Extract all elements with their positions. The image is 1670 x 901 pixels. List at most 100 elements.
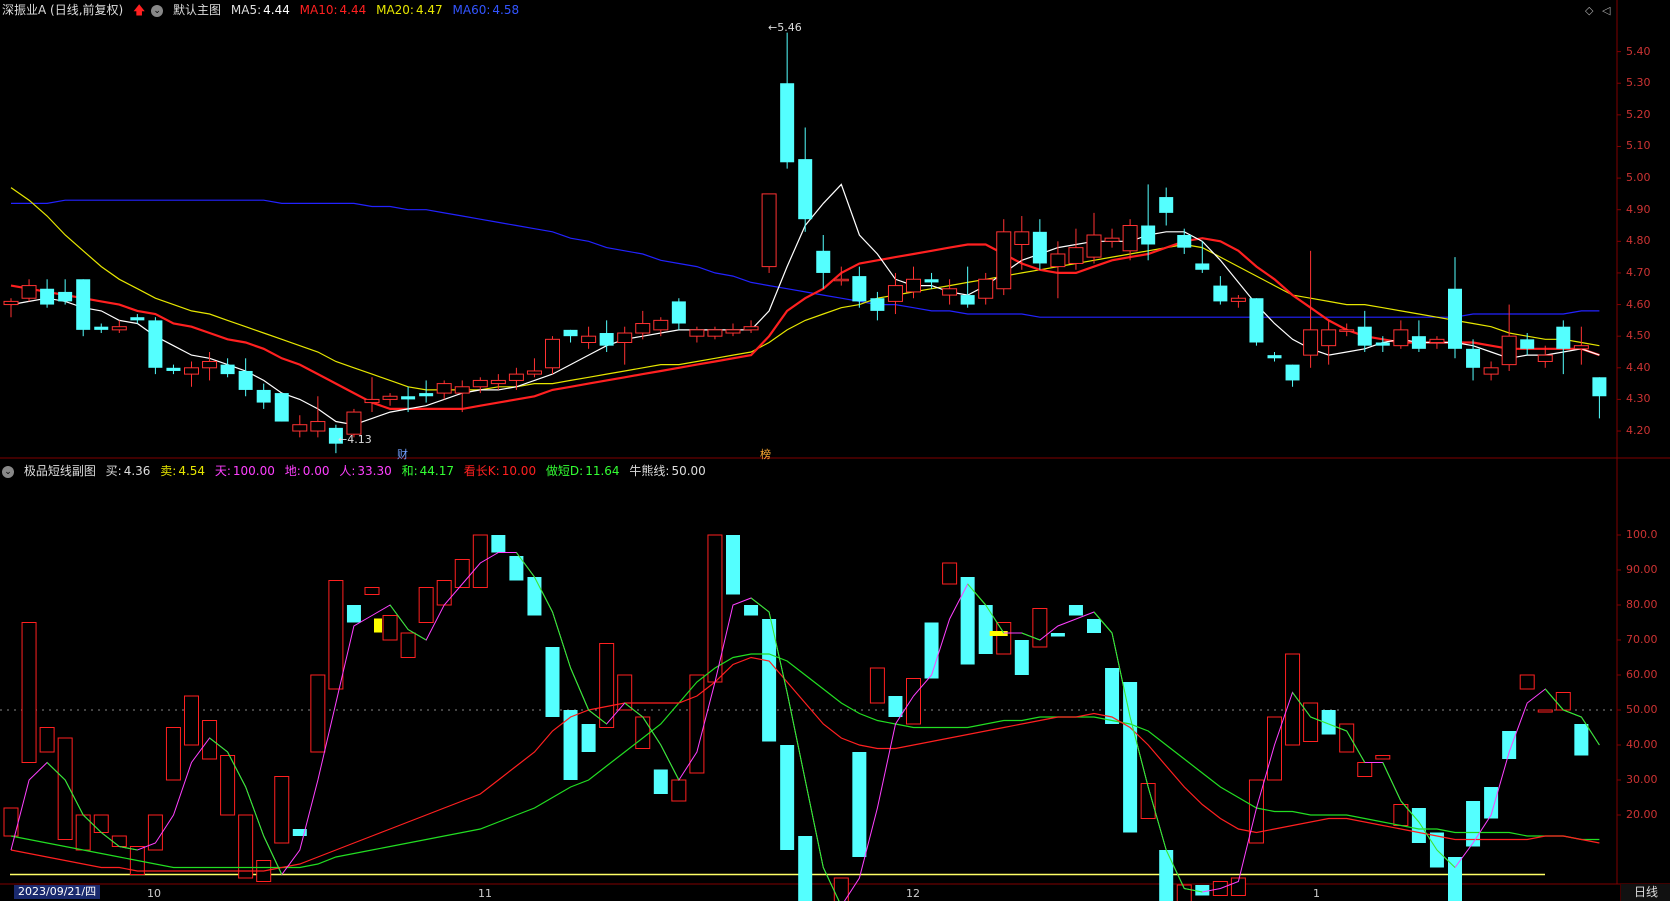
osc-bar-up xyxy=(472,534,488,588)
osc-bar-up xyxy=(869,667,885,704)
candle-body-up xyxy=(382,395,398,400)
ma5-label: MA5: xyxy=(230,3,262,17)
candle-body-down xyxy=(671,301,686,324)
candle-body-up xyxy=(292,424,308,432)
candle-body-down xyxy=(1592,377,1607,397)
klong-value: 10.00 xyxy=(501,464,537,478)
osc-tick-label: 20.00 xyxy=(1626,808,1658,821)
candle-body-down xyxy=(1375,342,1390,346)
candle-body-down xyxy=(148,320,163,368)
candle-body-up xyxy=(1393,329,1409,347)
candle-body-up xyxy=(3,300,19,306)
price-tick-label: 4.90 xyxy=(1626,202,1651,216)
osc-bar-down xyxy=(744,605,759,616)
candle-body-up xyxy=(454,386,470,394)
sell-value: 4.54 xyxy=(178,464,206,478)
price-tick-label: 4.40 xyxy=(1626,360,1651,374)
candle-body-up xyxy=(906,278,921,293)
candle-body-up xyxy=(364,398,380,404)
candle-body-down xyxy=(1141,225,1156,245)
low-price-annotation: ←4.13 xyxy=(338,433,372,446)
candle-body-down xyxy=(419,393,434,397)
ma20-label: MA20: xyxy=(376,3,414,17)
ma20-value: 4.47 xyxy=(415,3,443,17)
financial-report-marker[interactable]: 财 xyxy=(397,446,408,462)
price-tick-label: 4.70 xyxy=(1626,265,1651,279)
osc-bar-up xyxy=(382,615,398,641)
osc-bar-up xyxy=(93,814,109,833)
klong-label: 看长K: xyxy=(463,464,500,478)
date-tick-nov: 11 xyxy=(478,887,492,900)
osc-bar-up xyxy=(400,632,416,658)
indicator-name[interactable]: 极品短线副图 xyxy=(24,464,96,478)
price-tick-label: 4.80 xyxy=(1626,234,1651,248)
current-date-box: 2023/09/21/四 xyxy=(14,885,101,899)
osc-bar-down xyxy=(726,535,740,595)
osc-bar-down xyxy=(1448,857,1462,901)
candle-body-down xyxy=(94,326,109,330)
candle-body-down xyxy=(220,364,235,375)
osc-bar-up xyxy=(21,622,37,763)
osc-bar-up xyxy=(184,695,199,746)
osc-tick-label: 100.0 xyxy=(1626,528,1658,541)
osc-bar-down xyxy=(780,745,795,850)
theme-name[interactable]: 默认主图 xyxy=(173,3,221,17)
osc-bar-up xyxy=(1357,762,1373,777)
indicator-dropdown-icon[interactable]: ⌄ xyxy=(2,465,14,478)
candle-body-up xyxy=(1303,329,1319,356)
date-tick-oct: 10 xyxy=(147,887,161,900)
candle-body-down xyxy=(1267,355,1282,359)
osc-bar-up xyxy=(1267,716,1282,781)
he-label: 和: xyxy=(401,464,418,478)
candle-body-down xyxy=(1448,288,1462,349)
dragon-tiger-list-marker[interactable]: 榜 xyxy=(760,446,771,462)
sell-label: 卖: xyxy=(160,464,177,478)
candle-body-down xyxy=(76,279,91,330)
osc-bar-down xyxy=(924,622,939,679)
osc-bar-up xyxy=(274,776,290,844)
osc-bar-up xyxy=(1303,702,1319,742)
candle-body-down xyxy=(1556,326,1571,349)
candle-body-up xyxy=(707,329,723,337)
osc-tick-label: 80.00 xyxy=(1626,598,1658,611)
osc-bar-up xyxy=(1555,692,1571,711)
osc-bar-down xyxy=(1050,633,1065,637)
osc-bar-down xyxy=(1087,619,1101,633)
osc-bar-up xyxy=(689,674,705,774)
osc-tick-label: 40.00 xyxy=(1626,738,1658,751)
osc-bar-up xyxy=(238,814,254,879)
diamond-icon[interactable]: ◇ xyxy=(1585,4,1593,17)
osc-bar-up xyxy=(599,643,615,728)
price-tick-label: 4.60 xyxy=(1626,297,1651,311)
collapse-icon[interactable]: ◁ xyxy=(1602,4,1610,17)
up-arrow-icon: 🡅 xyxy=(133,3,146,17)
buy-value: 4.36 xyxy=(123,464,151,478)
price-tick-label: 5.30 xyxy=(1626,76,1651,90)
candle-body-up xyxy=(490,379,506,385)
osc-bar-down xyxy=(491,535,506,553)
candle-body-down xyxy=(401,396,416,400)
candle-body-down xyxy=(1520,339,1535,349)
osc-bar-down xyxy=(545,647,560,717)
timeframe-button[interactable]: 日线 xyxy=(1620,884,1670,901)
osc-bar-up xyxy=(617,674,633,711)
tian-value: 100.00 xyxy=(232,464,275,478)
candle-body-up xyxy=(508,373,524,381)
stock-chart-canvas[interactable] xyxy=(0,0,1670,901)
osc-bar-down xyxy=(1159,850,1174,901)
candle-body-down xyxy=(274,393,289,422)
candle-body-up xyxy=(689,329,705,337)
candle-body-up xyxy=(1230,297,1246,302)
chart-theme-dropdown-icon[interactable]: ⌄ xyxy=(151,4,164,17)
osc-bar-down xyxy=(1014,640,1029,675)
candle-body-down xyxy=(563,329,578,337)
osc-bar-up xyxy=(671,779,687,802)
candle-body-down xyxy=(40,288,55,305)
osc-bar-up xyxy=(39,727,55,753)
candle-body-up xyxy=(887,285,903,302)
ma60-value: 4.58 xyxy=(492,3,520,17)
osc-bar-down xyxy=(581,724,596,752)
candle-body-up xyxy=(833,278,849,282)
osc-bar-down xyxy=(1123,682,1138,833)
candle-body-down xyxy=(870,298,885,311)
